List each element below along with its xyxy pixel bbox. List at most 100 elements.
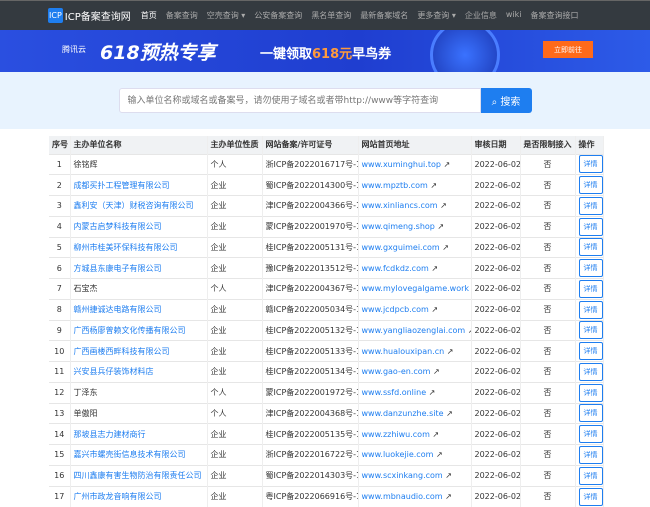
homepage-link[interactable]: www.jcdpcb.com — [362, 305, 429, 314]
owner-name[interactable]: 方城县东康电子有限公司 — [70, 257, 208, 279]
nav-item[interactable]: 更多查询 ▾ — [417, 10, 456, 21]
nav-item[interactable]: wiki — [506, 10, 522, 21]
detail-button[interactable]: 详情 — [578, 155, 602, 174]
owner-name[interactable]: 鑫利安（天津）财税咨询有限公司 — [70, 195, 208, 217]
detail-button[interactable]: 详情 — [578, 445, 602, 464]
detail-button[interactable]: 详情 — [578, 279, 602, 298]
nav-item[interactable]: 备案查询接口 — [531, 10, 579, 21]
nav-item[interactable]: 空壳查询 ▾ — [207, 10, 246, 21]
external-link-icon[interactable]: ↗ — [437, 222, 444, 231]
homepage-link[interactable]: www.gxguimei.com — [362, 243, 440, 252]
review-date: 2022-06-02 — [471, 298, 521, 320]
table-row: 1 徐铭辉 个人 浙ICP备2022016717号-1 www.xuminghui.to… — [49, 153, 604, 175]
owner-name[interactable]: 柳州市桂美环保科技有限公司 — [70, 236, 208, 258]
external-link-icon[interactable]: ↗ — [429, 388, 436, 397]
owner-name[interactable]: 广西画楼西畔科技有限公司 — [70, 340, 208, 362]
owner-name[interactable]: 赣州捷诚达电路有限公司 — [70, 298, 208, 320]
homepage-link[interactable]: www.mpztb.com — [362, 181, 428, 190]
homepage-cell: www.xuminghui.top ↗ — [358, 153, 472, 175]
external-link-icon[interactable]: ↗ — [433, 367, 440, 376]
homepage-link[interactable]: www.qimeng.shop — [362, 222, 435, 231]
detail-button[interactable]: 详情 — [578, 259, 602, 278]
owner-name[interactable]: 广西杨廖曾赖文化传播有限公司 — [70, 319, 208, 341]
homepage-link[interactable]: www.mylovegalgame.work — [362, 284, 470, 293]
homepage-link[interactable]: www.yangliaozenglai.com — [362, 326, 466, 335]
column-header: 主办单位性质 — [207, 136, 263, 154]
license-number: 津ICP备2022004367号-1 — [262, 278, 359, 300]
search-button[interactable]: ⌕ 搜索 — [480, 88, 532, 113]
nav-item[interactable]: 最新备案域名 — [360, 10, 408, 21]
detail-button[interactable]: 详情 — [578, 362, 602, 381]
detail-button[interactable]: 详情 — [578, 176, 602, 195]
nav-item[interactable]: 黑名单查询 — [311, 10, 351, 21]
owner-name[interactable]: 兴安县兵仔装饰材料店 — [70, 361, 208, 383]
external-link-icon[interactable]: ↗ — [432, 430, 439, 439]
logo-icon[interactable]: ICP — [48, 8, 63, 23]
homepage-link[interactable]: www.ssfd.online — [362, 388, 427, 397]
detail-button[interactable]: 详情 — [578, 404, 602, 423]
owner-name[interactable]: 内蒙古启梦科技有限公司 — [70, 215, 208, 237]
external-link-icon[interactable]: ↗ — [431, 305, 438, 314]
detail-button[interactable]: 详情 — [578, 466, 602, 485]
external-link-icon[interactable]: ↗ — [446, 409, 453, 418]
nav-item[interactable]: 企业信息 — [465, 10, 497, 21]
homepage-link[interactable]: www.gao-en.com — [362, 367, 431, 376]
external-link-icon[interactable]: ↗ — [430, 181, 437, 190]
access-restricted: 否 — [520, 361, 576, 383]
homepage-cell: www.mylovegalgame.work ↗ — [358, 278, 472, 300]
owner-type: 企业 — [207, 340, 263, 362]
homepage-cell: www.hualouxipan.cn ↗ — [358, 340, 472, 362]
external-link-icon[interactable]: ↗ — [445, 471, 452, 480]
nav-item[interactable]: 公安备案查询 — [254, 10, 302, 21]
action-cell: 详情 — [575, 402, 604, 424]
owner-name[interactable]: 四川鑫康有害生物防治有限责任公司 — [70, 464, 208, 486]
detail-button[interactable]: 详情 — [578, 238, 602, 257]
row-index: 7 — [49, 278, 71, 300]
review-date: 2022-06-02 — [471, 195, 521, 217]
owner-name[interactable]: 那坡县志力建材商行 — [70, 423, 208, 445]
detail-button[interactable]: 详情 — [578, 217, 602, 236]
license-number: 津ICP备2022004368号-1 — [262, 402, 359, 424]
homepage-link[interactable]: www.zzhiwu.com — [362, 430, 430, 439]
row-index: 13 — [49, 402, 71, 424]
owner-type: 企业 — [207, 464, 263, 486]
detail-button[interactable]: 详情 — [578, 300, 602, 319]
homepage-cell: www.mbnaudio.com ↗ — [358, 485, 472, 507]
detail-button[interactable]: 详情 — [578, 196, 602, 215]
homepage-cell: www.jcdpcb.com ↗ — [358, 298, 472, 320]
external-link-icon[interactable]: ↗ — [440, 201, 447, 210]
homepage-link[interactable]: www.luokejie.com — [362, 450, 434, 459]
table-row: 9 广西杨廖曾赖文化传播有限公司 企业 桂ICP备2022005132号-1 www.y… — [49, 319, 604, 341]
nav-item[interactable]: 首页 — [141, 10, 157, 21]
search-input[interactable] — [118, 88, 481, 113]
detail-button[interactable]: 详情 — [578, 321, 602, 340]
homepage-link[interactable]: www.xuminghui.top — [362, 160, 441, 169]
brand-link[interactable]: ICP备案查询网 — [65, 8, 131, 23]
homepage-link[interactable]: www.fcdkdz.com — [362, 264, 429, 273]
owner-type: 企业 — [207, 423, 263, 445]
license-number: 豫ICP备2022013512号-1 — [262, 257, 359, 279]
owner-name[interactable]: 嘉兴市螺壳街信息技术有限公司 — [70, 444, 208, 466]
table-row: 11 兴安县兵仔装饰材料店 企业 桂ICP备2022005134号-1 www.gao-… — [49, 361, 604, 383]
external-link-icon[interactable]: ↗ — [443, 160, 450, 169]
homepage-cell: www.mpztb.com ↗ — [358, 174, 472, 196]
homepage-link[interactable]: www.hualouxipan.cn — [362, 347, 445, 356]
owner-name[interactable]: 成都买扑工程管理有限公司 — [70, 174, 208, 196]
detail-button[interactable]: 详情 — [578, 383, 602, 402]
table-row: 16 四川鑫康有害生物防治有限责任公司 企业 蜀ICP备2022014303号-1 ww… — [49, 464, 604, 486]
detail-button[interactable]: 详情 — [578, 425, 602, 444]
nav-item[interactable]: 备案查询 — [166, 10, 198, 21]
banner-cta-button[interactable]: 立即前往 — [543, 41, 593, 58]
detail-button[interactable]: 详情 — [578, 487, 602, 506]
external-link-icon[interactable]: ↗ — [436, 450, 443, 459]
owner-name[interactable]: 广州市政龙音响有限公司 — [70, 485, 208, 507]
row-index: 12 — [49, 381, 71, 403]
homepage-link[interactable]: www.danzunzhe.site — [362, 409, 444, 418]
external-link-icon[interactable]: ↗ — [431, 264, 438, 273]
detail-button[interactable]: 详情 — [578, 342, 602, 361]
homepage-link[interactable]: www.xinliancs.com — [362, 201, 438, 210]
external-link-icon[interactable]: ↗ — [447, 347, 454, 356]
promo-banner[interactable]: 腾讯云 618预热专享 一键领取618元早鸟券 立即前往 — [0, 30, 650, 72]
external-link-icon[interactable]: ↗ — [442, 243, 449, 252]
homepage-link[interactable]: www.scxinkang.com — [362, 471, 443, 480]
